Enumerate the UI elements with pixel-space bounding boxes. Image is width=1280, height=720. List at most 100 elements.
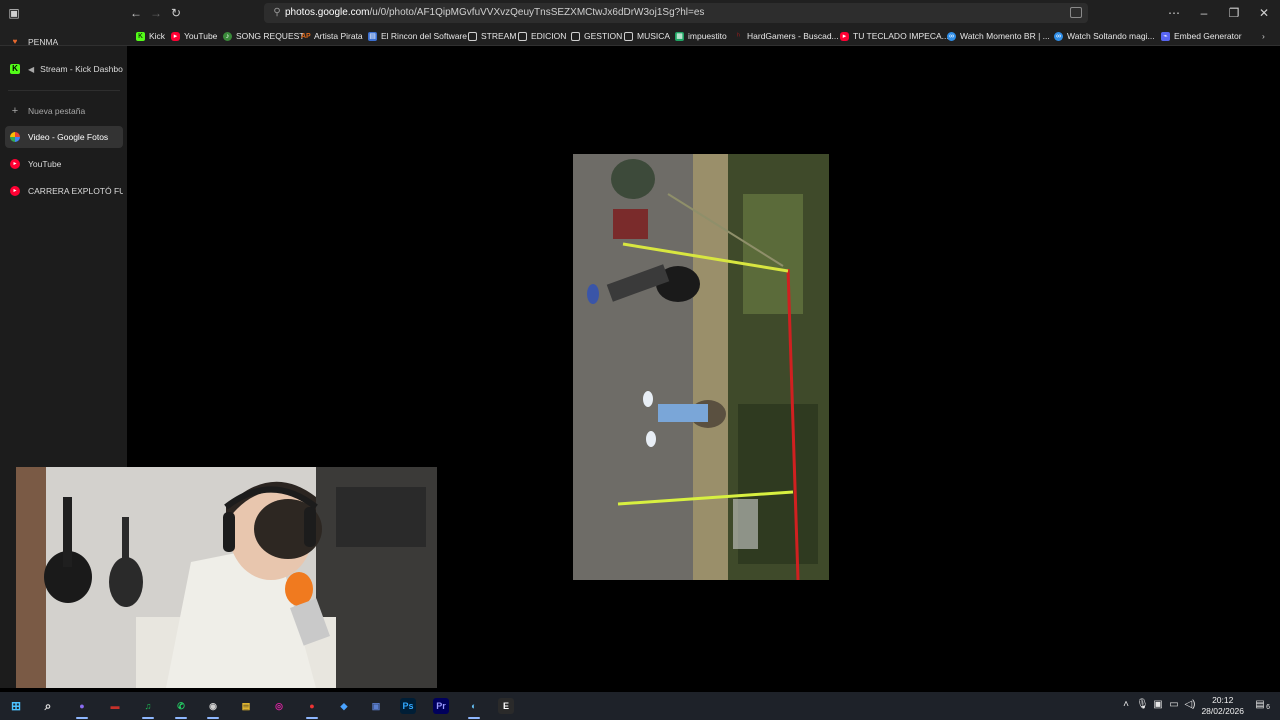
sidebar-toggle-icon[interactable]: ▣: [6, 5, 22, 21]
bookmark-label: TU TECLADO IMPECA...: [853, 31, 949, 41]
folder-icon: [571, 31, 580, 41]
watch-icon: ∞: [947, 31, 956, 41]
tab-label: YouTube: [28, 159, 62, 169]
steam-icon[interactable]: ◐: [466, 698, 482, 714]
watch-icon: ∞: [1054, 31, 1063, 41]
bookmark-label: GESTION: [584, 31, 623, 41]
reader-mode-icon[interactable]: [1070, 7, 1082, 18]
bookmark-hardgamers[interactable]: ʰ HardGamers - Buscad...: [734, 30, 838, 42]
monitor-icon[interactable]: ▣: [368, 698, 384, 714]
bookmark-label: MUSICA: [637, 31, 671, 41]
video-frame-image: [573, 154, 829, 580]
photoshop-icon[interactable]: Ps: [400, 698, 416, 714]
clock-time: 20:12: [1212, 695, 1234, 705]
forward-icon[interactable]: →: [148, 5, 164, 21]
taskbar-clock[interactable]: 20:12 28/02/2026: [1201, 695, 1244, 717]
address-bar[interactable]: ⚲ photos.google.com/u/0/photo/AF1QipMGvf…: [264, 3, 1088, 23]
bookmark-label: impuestito: [688, 31, 727, 41]
microphone-icon[interactable]: 🎙: [1136, 698, 1149, 712]
kick-icon: K: [10, 64, 20, 74]
bookmark-label: El Rincon del Software: [381, 31, 467, 41]
bookmark-song-request[interactable]: ♪ SONG REQUEST: [223, 30, 304, 42]
minimize-icon[interactable]: –: [1196, 5, 1212, 21]
youtube-icon: ▸: [10, 159, 20, 169]
bookmark-label: Watch Momento BR | ...: [960, 31, 1050, 41]
folder-icon: [624, 31, 633, 41]
google-photos-icon: [10, 132, 20, 142]
bookmark-folder-stream[interactable]: STREAM: [468, 30, 516, 42]
notifications-icon[interactable]: ▤ 6: [1252, 698, 1270, 712]
speaker-muted-icon[interactable]: ◀: [28, 65, 34, 74]
back-icon[interactable]: ←: [128, 5, 144, 21]
kick-icon: K: [136, 31, 145, 41]
tab-google-fotos[interactable]: Video - Google Fotos: [5, 126, 123, 148]
bookmark-rincon-software[interactable]: ▤ El Rincon del Software: [368, 30, 467, 42]
tab-youtube[interactable]: ▸ YouTube: [5, 153, 123, 175]
bookmark-soltando-magia[interactable]: ∞ Watch Soltando magi...: [1054, 30, 1155, 42]
bookmark-youtube[interactable]: ▸ YouTube: [171, 30, 217, 42]
vpn-icon[interactable]: ◆: [336, 698, 352, 714]
running-indicator: [142, 717, 154, 719]
close-icon[interactable]: ✕: [1256, 5, 1272, 21]
spotify-icon[interactable]: ♫: [140, 698, 156, 714]
running-indicator: [468, 717, 480, 719]
bookmark-folder-gestion[interactable]: GESTION: [571, 30, 622, 42]
bookmark-label: EDICION: [531, 31, 567, 41]
tab-label: PENMA: [28, 37, 59, 47]
bookmark-artista-pirata[interactable]: AP Artista Pirata: [301, 30, 363, 42]
bookmark-label: Watch Soltando magi...: [1067, 31, 1155, 41]
bookmarks-bar: K Kick ▸ YouTube ♪ SONG REQUEST AP Artista P…: [0, 26, 1280, 46]
running-indicator: [207, 717, 219, 719]
running-indicator: [175, 717, 187, 719]
video-player[interactable]: [573, 154, 829, 580]
media-app-icon[interactable]: ▬: [107, 698, 123, 714]
bookmark-folder-edicion[interactable]: EDICION: [518, 30, 566, 42]
bookmark-embed-generator[interactable]: ⌁ Embed Generator: [1161, 30, 1242, 42]
tab-carrera[interactable]: ▸ CARRERA EXPLOTÓ FUER: [5, 180, 123, 202]
tab-penma[interactable]: ♥ PENMA: [5, 31, 123, 53]
artista-pirata-icon: AP: [301, 32, 311, 40]
running-indicator: [306, 717, 318, 719]
tab-divider: [8, 90, 120, 91]
bookmarks-overflow-icon[interactable]: ›: [1262, 30, 1265, 42]
more-options-icon[interactable]: ⋯: [1166, 5, 1182, 21]
bookmark-folder-musica[interactable]: MUSICA: [624, 30, 670, 42]
instagram-icon[interactable]: ◎: [271, 698, 287, 714]
url-path: /u/0/photo/AF1QipMGvfuVVXvzQeuyTnsSEZXMC…: [369, 7, 705, 18]
site-info-icon[interactable]: ⚲: [270, 6, 284, 20]
bookmark-momento-br[interactable]: ∞ Watch Momento BR | ...: [947, 30, 1050, 42]
epic-games-icon[interactable]: E: [498, 698, 514, 714]
start-icon[interactable]: ⊞: [8, 698, 24, 714]
rincon-software-icon: ▤: [368, 31, 377, 41]
reload-icon[interactable]: ↻: [168, 5, 184, 21]
file-explorer-icon[interactable]: ▤: [238, 698, 254, 714]
show-hidden-icons-icon[interactable]: ˄: [1120, 698, 1132, 712]
folder-icon: [518, 31, 527, 41]
tab-label: Nueva pestaña: [28, 106, 86, 116]
obs-icon[interactable]: ◉: [205, 698, 221, 714]
bookmark-impuestito[interactable]: ▦ impuestito: [675, 30, 727, 42]
bookmark-label: SONG REQUEST: [236, 31, 305, 41]
bookmark-label: Embed Generator: [1174, 31, 1242, 41]
url-text[interactable]: photos.google.com/u/0/photo/AF1QipMGvfuV…: [285, 7, 704, 18]
record-icon[interactable]: ●: [304, 698, 320, 714]
security-icon[interactable]: ▣: [1152, 698, 1164, 712]
webcam-overlay: [16, 467, 437, 688]
tab-label: Stream - Kick Dashbo: [40, 64, 123, 74]
bookmark-teclado[interactable]: ▸ TU TECLADO IMPECA...: [840, 30, 949, 42]
tab-kick-dashboard[interactable]: K ◀ Stream - Kick Dashbo: [5, 58, 123, 80]
new-tab-button[interactable]: + Nueva pestaña: [5, 100, 123, 122]
browser-icon[interactable]: ●: [74, 698, 90, 714]
bookmark-label: Artista Pirata: [314, 31, 363, 41]
bookmark-kick[interactable]: K Kick: [136, 30, 165, 42]
restore-icon[interactable]: ❐: [1226, 5, 1242, 21]
whatsapp-icon[interactable]: ✆: [173, 698, 189, 714]
clock-date: 28/02/2026: [1201, 706, 1244, 716]
search-icon[interactable]: ⌕: [40, 698, 56, 714]
tab-label: CARRERA EXPLOTÓ FUER: [28, 186, 123, 196]
volume-icon[interactable]: ◁): [1184, 698, 1196, 712]
network-icon[interactable]: ▭: [1168, 698, 1180, 712]
premiere-icon[interactable]: Pr: [433, 698, 449, 714]
bookmark-label: Kick: [149, 31, 166, 41]
youtube-icon: ▸: [171, 31, 180, 41]
